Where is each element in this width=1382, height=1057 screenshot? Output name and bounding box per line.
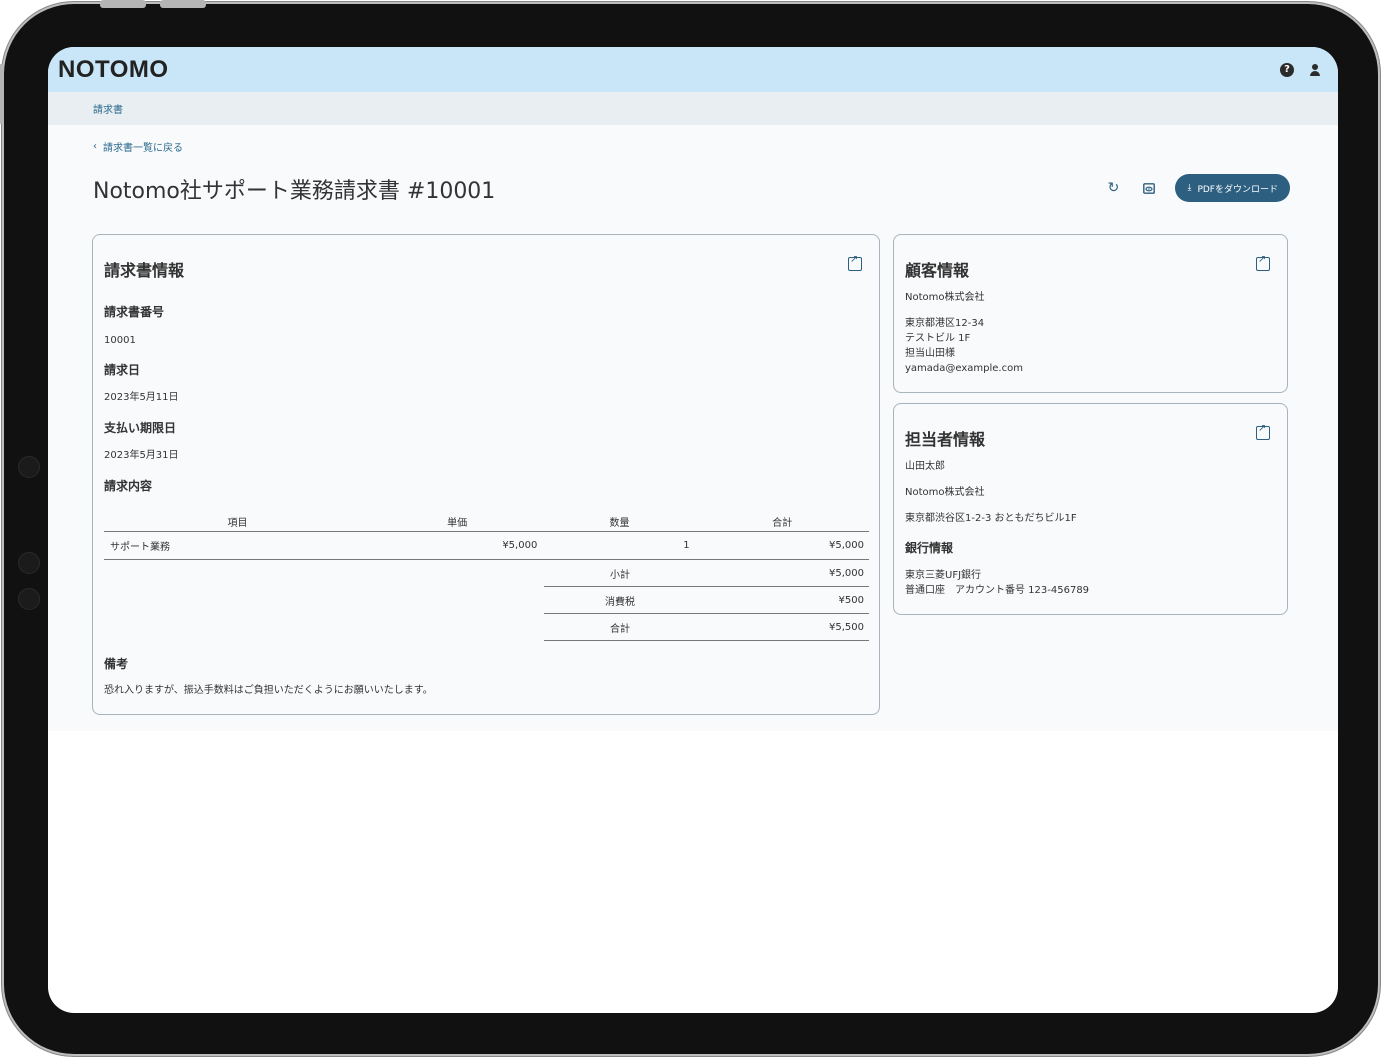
invoice-content-label: 請求内容: [104, 479, 153, 493]
table-row: サポート業務 ¥5,000 1 ¥5,000: [104, 531, 869, 560]
due-date-value: 2023年5月31日: [104, 450, 179, 461]
toolbar: ↻ ⤓ PDFをダウンロード: [1103, 174, 1290, 202]
back-link-label: 請求書一覧に戻る: [103, 143, 183, 154]
qty-cell: 1: [543, 531, 696, 560]
summary-value: ¥5,500: [829, 621, 864, 633]
staff-company: Notomo株式会社: [905, 487, 985, 498]
breadcrumb-bar: 請求書: [48, 92, 1338, 125]
camera-dot: [18, 552, 40, 574]
download-pdf-button[interactable]: ⤓ PDFをダウンロード: [1175, 174, 1290, 202]
customer-address-line: テストビル 1F: [905, 333, 971, 344]
summary-label: 小計: [610, 569, 630, 581]
page-title: Notomo社サポート業務請求書 #10001: [93, 179, 496, 204]
invoice-info-card: 請求書情報 請求書番号 10001 請求日 2023年5月11日 支払い期限日 …: [92, 234, 880, 715]
open-external-icon[interactable]: [1256, 423, 1270, 440]
main-content: ‹ 請求書一覧に戻る Notomo社サポート業務請求書 #10001 ↻ ⤓ P…: [48, 125, 1338, 731]
invoice-date-value: 2023年5月11日: [104, 392, 179, 403]
staff-name: 山田太郎: [905, 461, 945, 472]
card-title: 請求書情報: [104, 261, 185, 280]
summary-label: 合計: [610, 623, 630, 635]
invoice-number-value: 10001: [104, 335, 136, 346]
due-date-label: 支払い期限日: [104, 421, 177, 435]
column-header: 合計: [695, 511, 869, 532]
app-logo[interactable]: NOTOMO: [58, 56, 169, 84]
item-cell: サポート業務: [104, 531, 371, 560]
download-icon: ⤓: [1187, 183, 1192, 193]
card-title: 担当者情報: [905, 430, 986, 449]
customer-contact: 担当山田様: [905, 348, 955, 359]
invoice-date-label: 請求日: [104, 363, 141, 377]
summary-label: 消費税: [605, 596, 635, 608]
help-icon[interactable]: ?: [1280, 62, 1294, 77]
column-header: 項目: [104, 511, 371, 532]
bank-info-label: 銀行情報: [905, 541, 954, 555]
notes-label: 備考: [104, 657, 129, 671]
customer-address-line: 東京都港区12-34: [905, 318, 985, 329]
screen: NOTOMO ? 請求書 ‹ 請求書一覧に戻る Notomo社サポート業務請求書…: [48, 47, 1338, 1013]
breadcrumb[interactable]: 請求書: [93, 101, 123, 116]
items-table: 項目 単価 数量 合計 サポート業務 ¥5,000 1 ¥5,000: [104, 511, 869, 560]
table-header-row: 項目 単価 数量 合計: [104, 511, 869, 532]
camera-dot: [18, 456, 40, 478]
summary-row: 消費税 ¥500: [544, 587, 869, 614]
column-header: 数量: [543, 511, 696, 532]
bank-account: 普通口座 アカウント番号 123-456789: [905, 585, 1090, 596]
bank-name: 東京三菱UFJ銀行: [905, 570, 982, 581]
customer-company: Notomo株式会社: [905, 292, 985, 303]
column-header: 単価: [370, 511, 544, 532]
app-bar: NOTOMO ?: [48, 47, 1338, 92]
unit-price-cell: ¥5,000: [370, 531, 544, 560]
summary-value: ¥5,000: [829, 567, 864, 579]
notes-value: 恐れ入りますが、振込手数料はご負担いただくようにお願いいたします。: [104, 685, 433, 696]
refresh-icon[interactable]: ↻: [1103, 178, 1123, 198]
card-title: 顧客情報: [905, 261, 970, 280]
open-external-icon[interactable]: [848, 254, 862, 271]
customer-email[interactable]: yamada@example.com: [905, 361, 1023, 376]
user-icon[interactable]: [1308, 63, 1322, 77]
open-external-icon[interactable]: [1256, 254, 1270, 271]
preview-icon[interactable]: [1139, 178, 1159, 198]
summary-table: 小計 ¥5,000 消費税 ¥500 合計 ¥5,500: [544, 560, 869, 641]
tablet-frame: NOTOMO ? 請求書 ‹ 請求書一覧に戻る Notomo社サポート業務請求書…: [0, 0, 1378, 1054]
download-pdf-label: PDFをダウンロード: [1197, 184, 1278, 195]
customer-info-card: 顧客情報 Notomo株式会社 東京都港区12-34 テストビル 1F 担当山田…: [893, 234, 1288, 393]
back-link[interactable]: ‹ 請求書一覧に戻る: [93, 139, 183, 154]
staff-info-card: 担当者情報 山田太郎 Notomo株式会社 東京都渋谷区1-2-3 おともだちビ…: [893, 403, 1288, 615]
camera-dot: [18, 588, 40, 610]
summary-row: 合計 ¥5,500: [544, 614, 869, 641]
total-cell: ¥5,000: [695, 531, 869, 560]
summary-value: ¥500: [838, 594, 864, 606]
staff-address: 東京都渋谷区1-2-3 おともだちビル1F: [905, 513, 1077, 524]
chevron-left-icon: ‹: [93, 141, 97, 152]
summary-row: 小計 ¥5,000: [544, 560, 869, 587]
volume-button: [100, 0, 146, 8]
side-button: [0, 64, 4, 124]
power-button: [160, 0, 206, 8]
invoice-number-label: 請求書番号: [104, 305, 165, 319]
